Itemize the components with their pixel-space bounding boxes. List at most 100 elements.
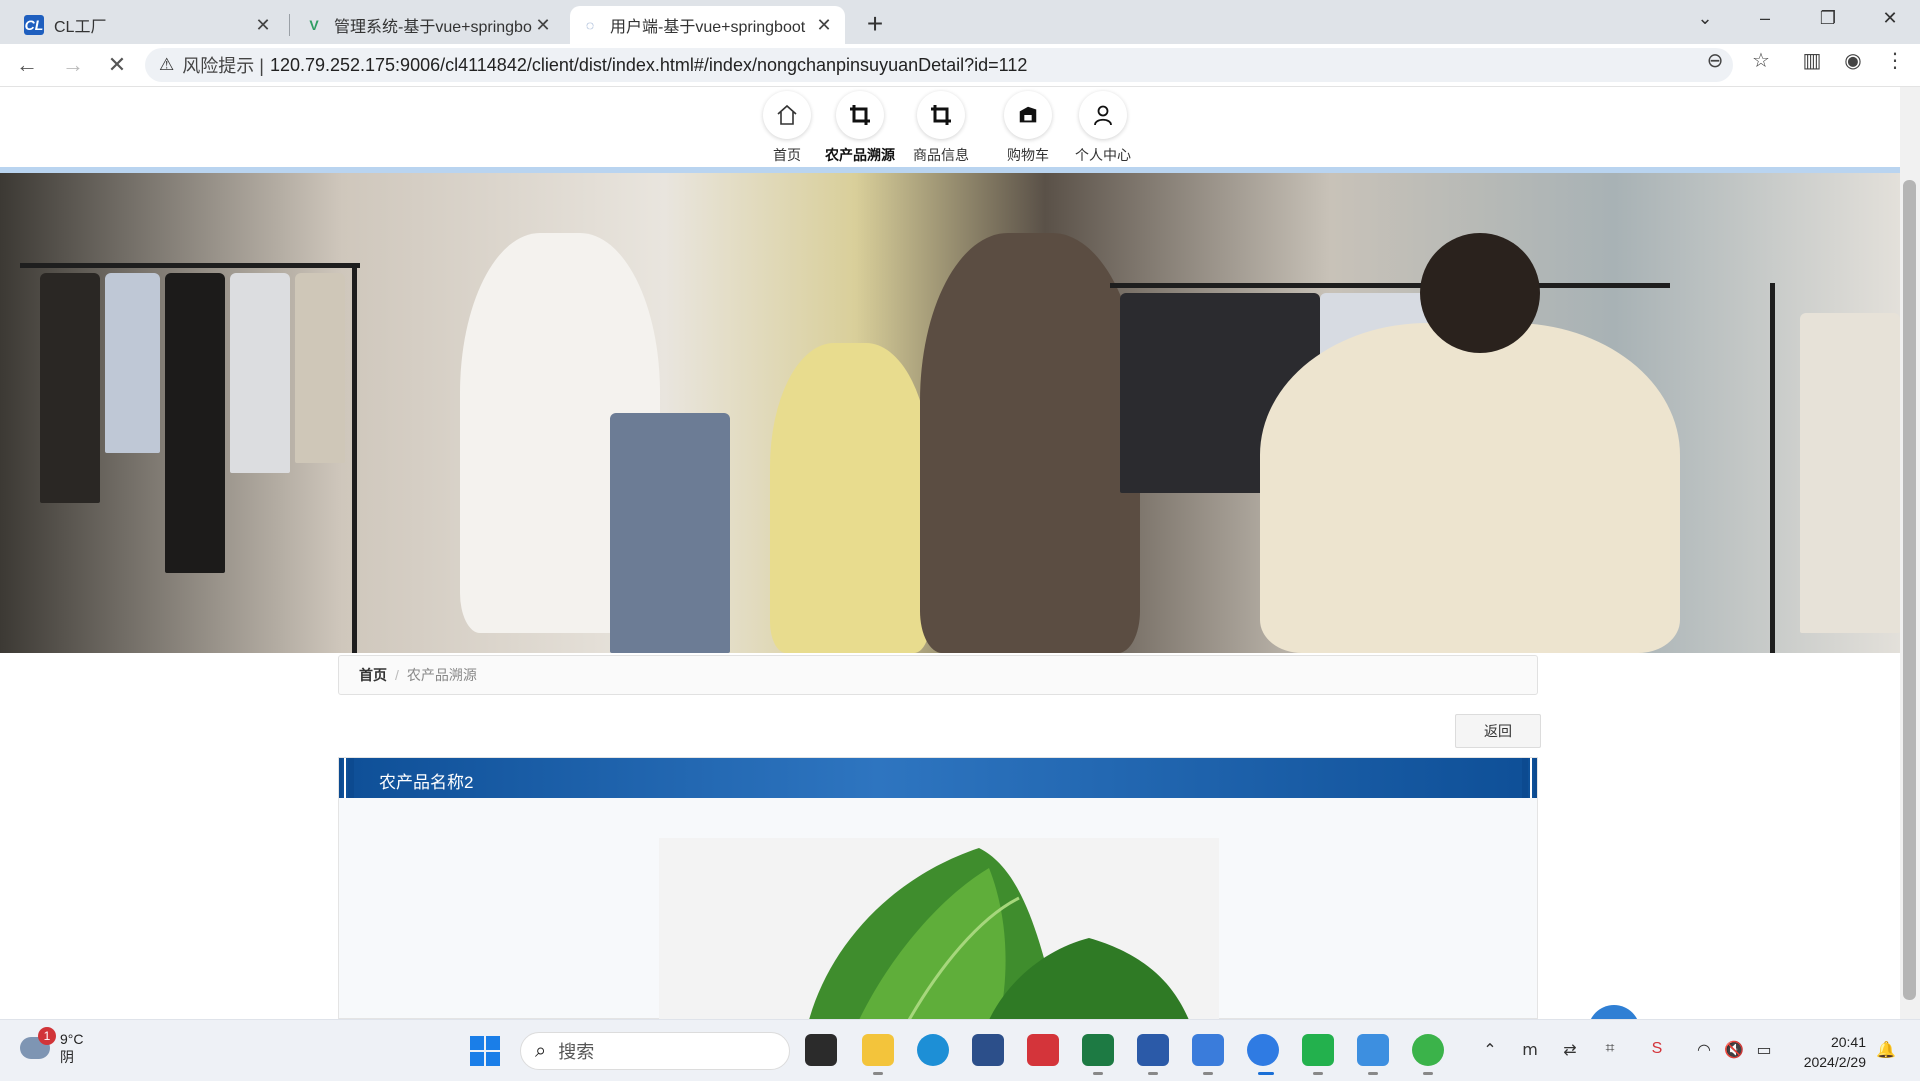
clothing-rack xyxy=(352,263,357,653)
garment xyxy=(105,273,160,453)
search-icon: ⌕ xyxy=(535,1039,547,1062)
crop-icon xyxy=(836,91,884,139)
ide-app-icon[interactable] xyxy=(972,1034,1004,1066)
photos-icon[interactable] xyxy=(1357,1034,1389,1066)
minimize-icon[interactable]: – xyxy=(1745,8,1785,29)
tray-app-icon[interactable]: ⅿ xyxy=(1518,1040,1542,1060)
back-button[interactable]: 返回 xyxy=(1455,714,1541,748)
weather-description: 阴 xyxy=(60,1049,74,1065)
app-store-icon[interactable] xyxy=(1027,1034,1059,1066)
nav-item-product-info[interactable]: 商品信息 xyxy=(896,91,986,165)
system-clock[interactable]: 20:41 2024/2/29 xyxy=(1796,1032,1866,1072)
nav-item-traceability[interactable]: 农产品溯源 xyxy=(815,91,905,165)
clock-time: 20:41 xyxy=(1830,1034,1866,1050)
garment xyxy=(165,273,225,573)
tab-label: 管理系统-基于vue+springbo xyxy=(334,19,532,36)
battery-icon[interactable]: ▭ xyxy=(1752,1040,1776,1060)
woman-in-patterned-dress xyxy=(920,233,1140,653)
close-icon[interactable]: ✕ xyxy=(532,15,554,36)
input-method-icon[interactable]: ⌗ xyxy=(1598,1040,1622,1058)
site-top-nav: 首页 农产品溯源 商品信息 购物车 个人中心 xyxy=(0,87,1900,167)
user-icon xyxy=(1079,91,1127,139)
excel-icon[interactable] xyxy=(1082,1034,1114,1066)
garment xyxy=(230,273,290,473)
url-text[interactable]: 120.79.252.175:9006/cl4114842/client/dis… xyxy=(270,55,1027,76)
file-explorer-icon[interactable] xyxy=(862,1034,894,1066)
volume-muted-icon[interactable]: 🔇 xyxy=(1722,1040,1746,1060)
garment xyxy=(295,273,345,463)
browser-tab-cl-factory[interactable]: CL CL工厂 ✕ xyxy=(14,6,284,44)
task-view-icon[interactable] xyxy=(805,1034,837,1066)
bookmark-star-icon[interactable]: ☆ xyxy=(1746,48,1776,73)
web-page: 首页 农产品溯源 商品信息 购物车 个人中心 首页 / 农产品溯源 返回 农产品… xyxy=(0,87,1900,1019)
cart-icon xyxy=(1004,91,1052,139)
nav-label: 商品信息 xyxy=(913,147,969,163)
security-risk-label[interactable]: 风险提示 | xyxy=(182,52,264,78)
woman-in-cream-shirt xyxy=(1260,323,1680,653)
wifi-icon[interactable]: ◠ xyxy=(1692,1040,1716,1060)
scrollbar-thumb[interactable] xyxy=(1903,180,1916,1000)
zoom-out-icon[interactable]: ⊖ xyxy=(1700,48,1730,73)
profile-avatar-icon[interactable]: ◉ xyxy=(1838,48,1868,73)
wechat-icon[interactable] xyxy=(1412,1034,1444,1066)
weather-temperature: 9°C xyxy=(60,1031,84,1047)
new-tab-button[interactable]: + xyxy=(860,8,890,40)
start-button[interactable] xyxy=(470,1036,500,1066)
close-icon[interactable]: ✕ xyxy=(813,15,835,36)
breadcrumb-current: 农产品溯源 xyxy=(406,667,477,683)
chrome-icon[interactable] xyxy=(1247,1034,1279,1066)
home-icon xyxy=(763,91,811,139)
browser-tab-admin[interactable]: V 管理系统-基于vue+springbo ✕ xyxy=(294,6,564,44)
product-detail-card: 农产品名称2 xyxy=(338,757,1538,1019)
weather-widget[interactable]: 1 9°C 阴 xyxy=(20,1027,84,1066)
hair xyxy=(1420,233,1540,353)
jeans xyxy=(610,413,730,653)
breadcrumb-separator: / xyxy=(395,667,399,683)
video-player-icon[interactable] xyxy=(1192,1034,1224,1066)
search-placeholder: 搜索 xyxy=(558,1042,595,1062)
tray-sync-icon[interactable]: ⇄ xyxy=(1558,1040,1582,1060)
tab-list-chevron-icon[interactable]: ⌄ xyxy=(1685,8,1725,29)
tab-separator xyxy=(289,14,290,36)
side-panel-icon[interactable]: ▥ xyxy=(1797,48,1827,73)
crop-icon xyxy=(917,91,965,139)
iqiyi-icon[interactable] xyxy=(1302,1034,1334,1066)
product-image xyxy=(659,838,1219,1019)
tray-chevron-icon[interactable]: ⌃ xyxy=(1478,1040,1502,1060)
back-arrow-icon[interactable]: ← xyxy=(12,50,42,80)
garment xyxy=(40,273,100,503)
close-icon[interactable]: ✕ xyxy=(252,15,274,36)
notification-bell-icon[interactable]: 🔔 xyxy=(1876,1040,1896,1060)
clothing-rack xyxy=(20,263,360,268)
edge-browser-icon[interactable] xyxy=(917,1034,949,1066)
nav-label: 个人中心 xyxy=(1075,147,1131,163)
breadcrumb: 首页 / 农产品溯源 xyxy=(338,655,1538,695)
stop-loading-icon[interactable]: ✕ xyxy=(102,50,132,80)
floating-action-button[interactable] xyxy=(1588,1005,1640,1019)
nav-item-user-center[interactable]: 个人中心 xyxy=(1058,91,1148,165)
address-bar[interactable]: ⚠ 风险提示 | 120.79.252.175:9006/cl4114842/c… xyxy=(145,48,1733,82)
product-title: 农产品名称2 xyxy=(379,773,474,792)
taskbar-search[interactable]: ⌕ 搜索 xyxy=(520,1032,790,1070)
garment xyxy=(1800,313,1900,633)
clothing-rack xyxy=(1110,283,1670,288)
warning-icon[interactable]: ⚠ xyxy=(159,55,174,75)
cloud-icon: 1 xyxy=(20,1027,56,1059)
cl-logo-icon: CL xyxy=(24,15,44,35)
nav-label: 农产品溯源 xyxy=(825,147,895,163)
clothing-rack xyxy=(1770,283,1775,653)
tab-label: CL工厂 xyxy=(54,19,107,36)
browser-toolbar: ← → ✕ ⚠ 风险提示 | 120.79.252.175:9006/cl411… xyxy=(0,44,1920,87)
breadcrumb-home[interactable]: 首页 xyxy=(359,665,387,685)
forward-arrow-icon[interactable]: → xyxy=(58,50,88,80)
restore-icon[interactable]: ❐ xyxy=(1808,8,1848,29)
close-window-icon[interactable]: ✕ xyxy=(1870,8,1910,29)
vue-logo-icon: V xyxy=(309,17,319,33)
menu-dots-icon[interactable]: ⋮ xyxy=(1880,48,1910,73)
tab-label: 用户端-基于vue+springboot xyxy=(610,19,806,36)
loading-icon: ◌ xyxy=(585,17,595,33)
browser-tab-client[interactable]: ◌ 用户端-基于vue+springboot ✕ xyxy=(570,6,845,44)
word-icon[interactable] xyxy=(1137,1034,1169,1066)
clock-date: 2024/2/29 xyxy=(1803,1054,1866,1070)
tray-app-red-icon[interactable]: S xyxy=(1645,1040,1669,1058)
